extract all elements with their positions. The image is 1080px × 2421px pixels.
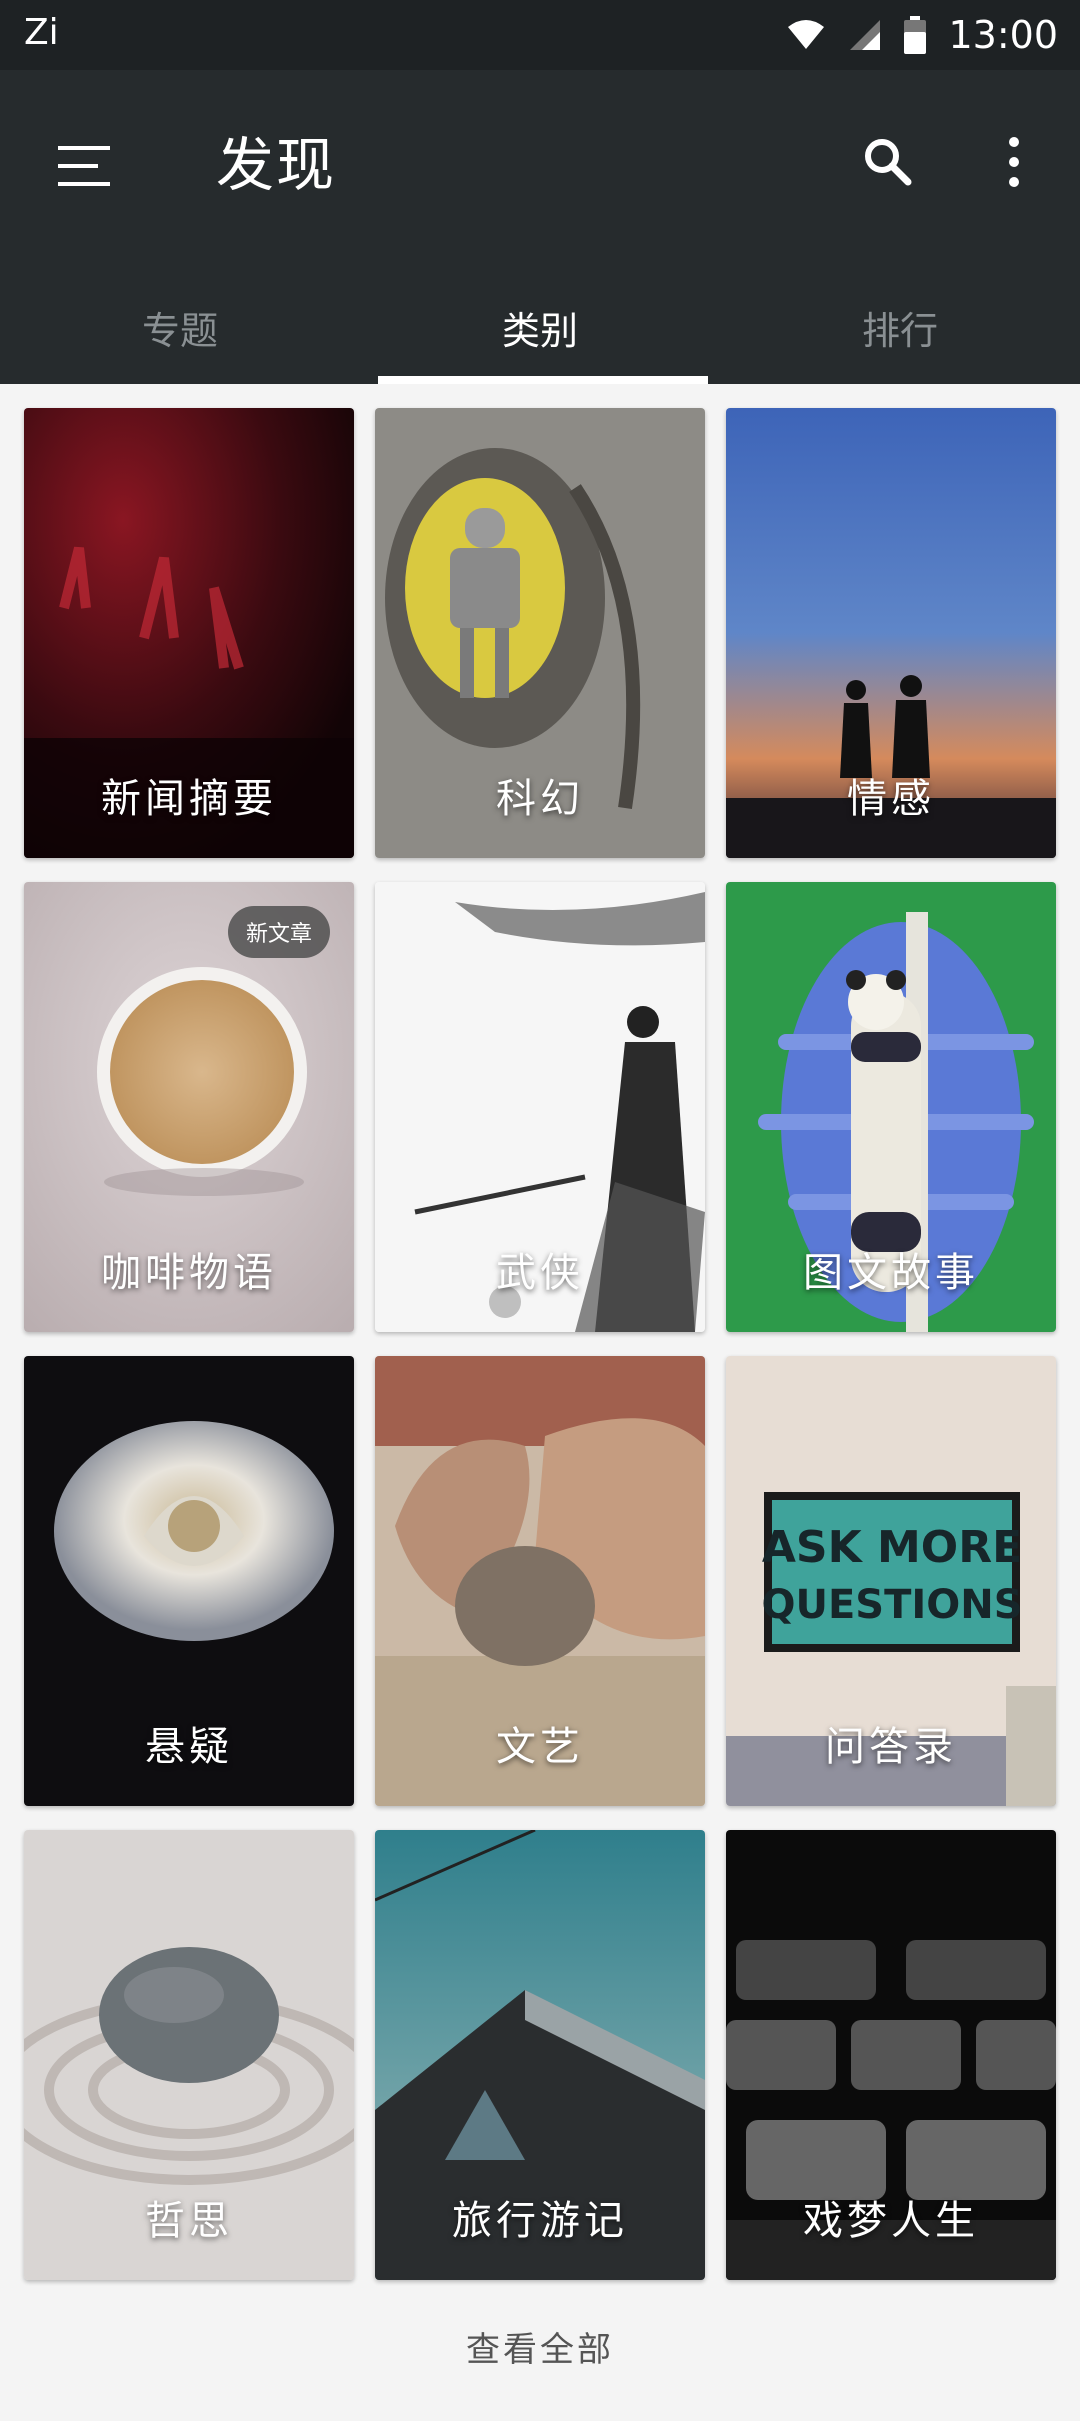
menu-button[interactable]: [48, 130, 120, 202]
category-label: 文艺: [496, 1724, 584, 1770]
category-label: 问答录: [825, 1724, 957, 1770]
category-label: 情感: [847, 776, 935, 822]
category-card-coffee[interactable]: 新文章 咖啡物语: [24, 882, 354, 1332]
tab-topics[interactable]: 专题: [0, 270, 360, 384]
category-card-philosophy[interactable]: 哲思: [24, 1830, 354, 2280]
search-button[interactable]: [852, 126, 924, 198]
category-label: 戏梦人生: [803, 2198, 979, 2244]
category-label: 悬疑: [145, 1724, 233, 1770]
search-icon: [865, 139, 912, 186]
category-label: 咖啡物语: [101, 1250, 277, 1296]
status-time: 13:00: [948, 13, 1058, 57]
new-articles-badge: 新文章: [227, 906, 330, 958]
category-card-qa[interactable]: ASK MORE QUESTIONS 问答录: [726, 1356, 1056, 1806]
category-card-mystery[interactable]: 悬疑: [24, 1356, 354, 1806]
cell-signal-icon: [850, 20, 881, 50]
wifi-icon: [788, 20, 825, 49]
category-label: 哲思: [145, 2198, 233, 2244]
category-card-drama[interactable]: 戏梦人生: [726, 1830, 1056, 2280]
category-card-scifi[interactable]: 科幻: [375, 408, 705, 858]
poster-line-1: ASK MORE: [762, 1522, 1022, 1573]
tab-categories[interactable]: 类别: [360, 270, 720, 384]
status-bar: Zi 13:00: [0, 0, 1080, 70]
tab-bar: 专题 类别 排行: [0, 270, 1080, 384]
tab-indicator: [378, 376, 708, 384]
more-vert-icon: [1009, 137, 1019, 187]
carrier-label: Zi: [24, 12, 59, 53]
status-icons: 13:00: [786, 8, 1058, 62]
more-options-button[interactable]: [978, 126, 1050, 198]
poster-line-2: QUESTIONS: [761, 1582, 1022, 1628]
menu-icon: [58, 146, 110, 186]
category-card-wuxia[interactable]: 武侠: [375, 882, 705, 1332]
view-all-link[interactable]: 查看全部: [0, 2322, 1080, 2371]
category-card-news[interactable]: 新闻摘要: [24, 408, 354, 858]
category-label: 旅行游记: [452, 2198, 628, 2244]
category-card-travel[interactable]: 旅行游记: [375, 1830, 705, 2280]
tab-rankings[interactable]: 排行: [720, 270, 1080, 384]
category-card-emotion[interactable]: 情感: [726, 408, 1056, 858]
category-card-picture-stories[interactable]: 图文故事: [726, 882, 1056, 1332]
category-label: 新闻摘要: [101, 776, 277, 822]
category-label: 图文故事: [803, 1250, 979, 1296]
category-label: 科幻: [496, 776, 584, 822]
page-title: 发现: [216, 131, 337, 199]
app-bar: 发现 专题 类别 排行: [0, 70, 1080, 384]
battery-icon: [904, 16, 927, 54]
category-label: 武侠: [496, 1250, 584, 1296]
category-card-literature[interactable]: 文艺: [375, 1356, 705, 1806]
